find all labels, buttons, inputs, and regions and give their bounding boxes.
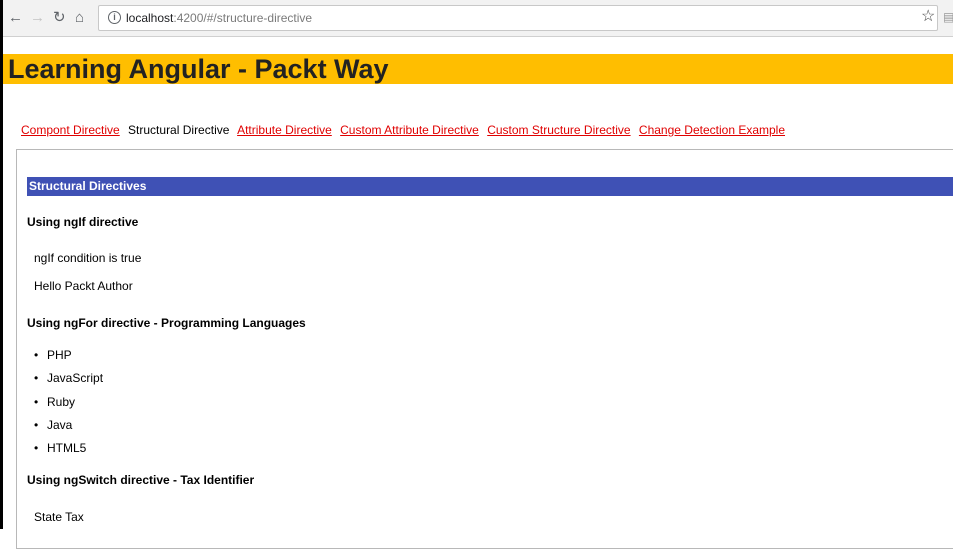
extension-icon[interactable]: ▤ — [943, 10, 953, 24]
forward-icon[interactable]: → — [30, 9, 45, 27]
list-item: PHP — [34, 348, 103, 371]
nav-link-change-detection-example[interactable]: Change Detection Example — [639, 123, 785, 137]
language-list: PHP JavaScript Ruby Java HTML5 — [34, 348, 103, 464]
info-icon[interactable]: i — [108, 11, 121, 24]
browser-toolbar: ← → ↻ ⌂ i localhost:4200/#/structure-dir… — [3, 0, 953, 37]
ngif-greeting-text: Hello Packt Author — [34, 279, 133, 293]
ngif-heading: Using ngIf directive — [27, 215, 139, 229]
address-bar[interactable]: i localhost:4200/#/structure-directive — [98, 5, 938, 31]
ngif-condition-text: ngIf condition is true — [34, 251, 142, 265]
nav-link-custom-attribute-directive[interactable]: Custom Attribute Directive — [340, 123, 479, 137]
content-panel — [16, 149, 953, 549]
ngfor-heading: Using ngFor directive - Programming Lang… — [27, 316, 306, 330]
list-item: HTML5 — [34, 441, 103, 464]
section-title: Structural Directives — [29, 179, 147, 193]
nav-link-component-directive[interactable]: Compont Directive — [21, 123, 120, 137]
nav-link-attribute-directive[interactable]: Attribute Directive — [237, 123, 332, 137]
nav-link-custom-structure-directive[interactable]: Custom Structure Directive — [487, 123, 630, 137]
star-icon[interactable]: ☆ — [921, 8, 935, 26]
list-item: JavaScript — [34, 371, 103, 394]
url-text[interactable]: localhost:4200/#/structure-directive — [126, 11, 312, 26]
list-item: Ruby — [34, 395, 103, 418]
url-host: localhost — [126, 11, 174, 25]
ngswitch-heading: Using ngSwitch directive - Tax Identifie… — [27, 473, 255, 487]
url-path: :4200/#/structure-directive — [173, 11, 313, 25]
reload-icon[interactable]: ↻ — [53, 9, 66, 27]
nav-current-structural-directive: Structural Directive — [128, 123, 230, 137]
section-header-bar — [27, 177, 953, 196]
directive-nav: Compont Directive Structural Directive A… — [21, 123, 790, 137]
list-item: Java — [34, 418, 103, 441]
ngswitch-result-text: State Tax — [34, 510, 84, 524]
app-title: Learning Angular - Packt Way — [8, 54, 389, 84]
home-icon[interactable]: ⌂ — [75, 9, 84, 27]
back-icon[interactable]: ← — [8, 9, 23, 27]
